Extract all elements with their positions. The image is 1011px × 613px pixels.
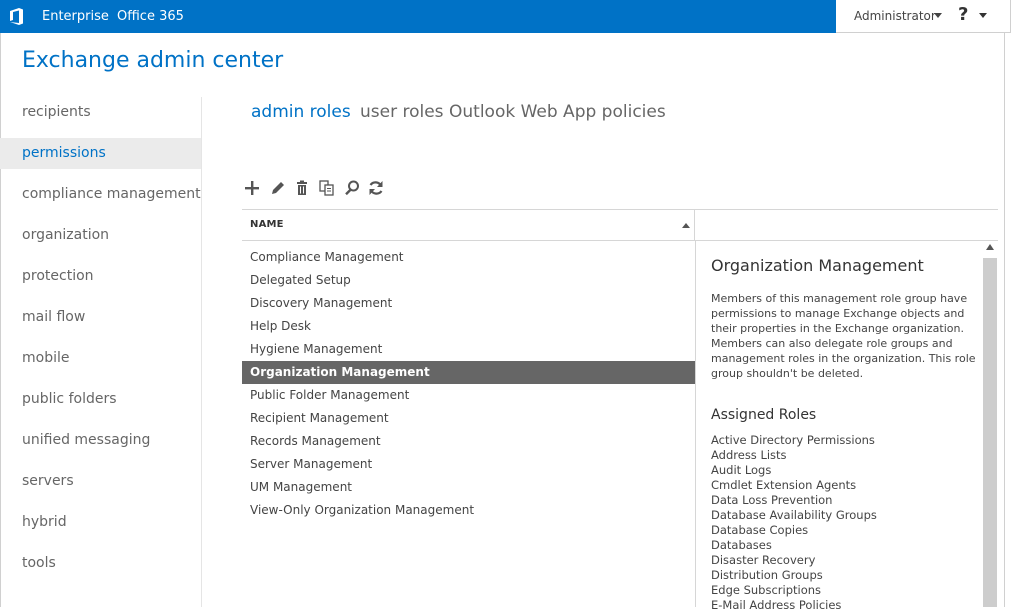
- list-item[interactable]: Delegated Setup: [242, 269, 695, 292]
- top-bar-brand-area: Enterprise Office 365: [0, 0, 836, 33]
- assigned-roles-list: Active Directory Permissions Address Lis…: [711, 433, 877, 613]
- window-border-right: [1004, 33, 1005, 607]
- list-item[interactable]: View-Only Organization Management: [242, 499, 695, 522]
- copy-icon[interactable]: [318, 179, 336, 197]
- help-icon[interactable]: ?: [958, 4, 968, 25]
- nav-item-recipients[interactable]: recipients: [0, 97, 201, 128]
- role-item: Active Directory Permissions: [711, 433, 875, 447]
- list-item[interactable]: Public Folder Management: [242, 384, 695, 407]
- chevron-down-icon[interactable]: [934, 13, 942, 18]
- nav-item-organization[interactable]: organization: [0, 220, 201, 251]
- nav-item-unified-messaging[interactable]: unified messaging: [0, 425, 201, 456]
- role-item: Cmdlet Extension Agents: [711, 478, 857, 492]
- nav-item-permissions[interactable]: permissions: [0, 138, 201, 169]
- edit-icon[interactable]: [269, 179, 287, 197]
- nav-item-compliance-management[interactable]: compliance management: [0, 179, 201, 210]
- user-menu-button[interactable]: Administrator: [854, 9, 936, 23]
- list-item[interactable]: Records Management: [242, 430, 695, 453]
- header-divider: [694, 210, 695, 241]
- top-link-office365[interactable]: Office 365: [117, 9, 184, 24]
- role-item: E-Mail Address Policies: [711, 598, 842, 612]
- nav-item-protection[interactable]: protection: [0, 261, 201, 292]
- role-item: Data Loss Prevention: [711, 493, 833, 507]
- search-icon[interactable]: [343, 179, 361, 197]
- top-link-enterprise[interactable]: Enterprise: [42, 9, 109, 24]
- nav-item-tools[interactable]: tools: [0, 548, 201, 579]
- role-item: Edge Subscriptions: [711, 583, 822, 597]
- nav-item-public-folders[interactable]: public folders: [0, 384, 201, 415]
- scroll-up-icon[interactable]: [986, 244, 994, 250]
- details-scrollbar[interactable]: [983, 241, 997, 607]
- nav-item-mail-flow[interactable]: mail flow: [0, 302, 201, 333]
- nav-item-mobile[interactable]: mobile: [0, 343, 201, 374]
- scrollbar-thumb[interactable]: [983, 258, 997, 607]
- refresh-icon[interactable]: [367, 179, 385, 197]
- role-item: Databases: [711, 538, 772, 552]
- role-item: Database Availability Groups: [711, 508, 877, 522]
- list-item[interactable]: UM Management: [242, 476, 695, 499]
- list-header: NAME: [242, 209, 998, 241]
- list-item[interactable]: Hygiene Management: [242, 338, 695, 361]
- delete-icon[interactable]: [293, 179, 311, 197]
- office-logo-icon[interactable]: [9, 8, 24, 25]
- nav-divider: [201, 97, 202, 607]
- add-icon[interactable]: [243, 179, 261, 197]
- list-item[interactable]: Compliance Management: [242, 246, 695, 269]
- list-item-selected[interactable]: Organization Management: [242, 361, 695, 384]
- tab-admin-roles[interactable]: admin roles: [251, 102, 351, 122]
- details-title: Organization Management: [711, 256, 924, 275]
- role-item: Disaster Recovery: [711, 553, 816, 567]
- role-item: Audit Logs: [711, 463, 772, 477]
- assigned-roles-heading: Assigned Roles: [711, 407, 817, 423]
- role-item: Distribution Groups: [711, 568, 823, 582]
- tab-user-roles[interactable]: user roles: [360, 102, 444, 122]
- list-item[interactable]: Recipient Management: [242, 407, 695, 430]
- user-menu-area: Administrator ?: [836, 0, 1011, 33]
- details-divider: [695, 241, 696, 607]
- sort-ascending-icon[interactable]: [682, 223, 690, 228]
- chevron-down-icon[interactable]: [979, 13, 987, 18]
- details-description: Members of this management role group ha…: [711, 292, 976, 380]
- top-bar: Enterprise Office 365 Administrator ?: [0, 0, 1011, 33]
- role-item: Database Copies: [711, 523, 809, 537]
- list-item[interactable]: Server Management: [242, 453, 695, 476]
- nav-item-servers[interactable]: servers: [0, 466, 201, 497]
- list-item[interactable]: Help Desk: [242, 315, 695, 338]
- list-item[interactable]: Discovery Management: [242, 292, 695, 315]
- nav-item-hybrid[interactable]: hybrid: [0, 507, 201, 538]
- app-title: Exchange admin center: [22, 48, 284, 73]
- column-header-name[interactable]: NAME: [250, 219, 284, 230]
- role-item: Address Lists: [711, 448, 787, 462]
- tab-owa-policies[interactable]: Outlook Web App policies: [449, 102, 666, 122]
